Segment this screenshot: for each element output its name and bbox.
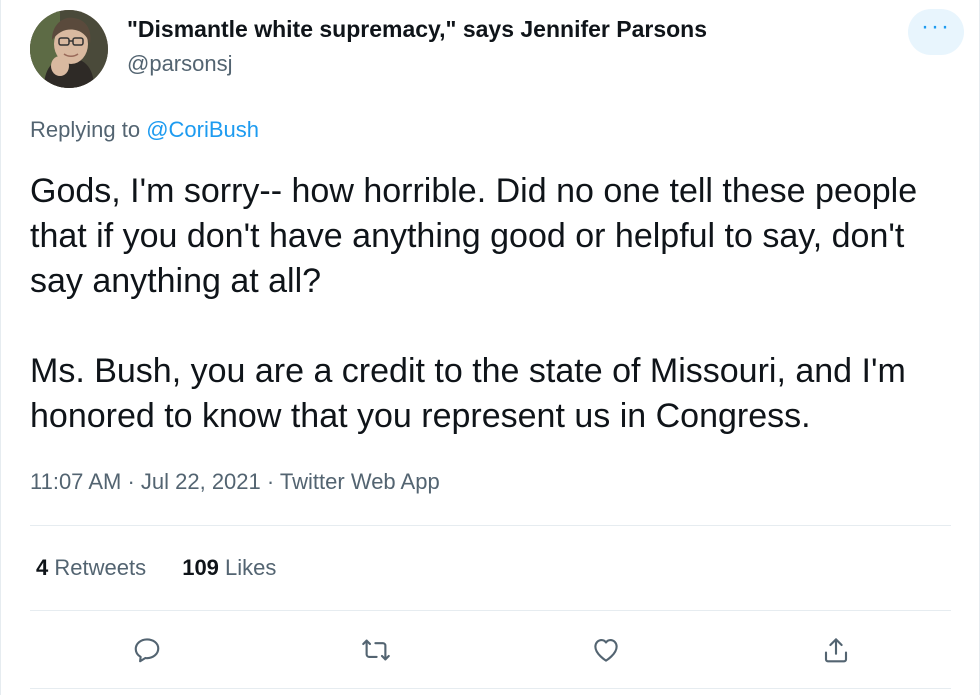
likes-label: Likes xyxy=(218,555,277,580)
more-button[interactable]: ··· xyxy=(908,9,964,55)
tweet-meta: 11:07 AM · Jul 22, 2021 · Twitter Web Ap… xyxy=(30,469,440,495)
reply-icon xyxy=(134,638,160,663)
retweet-icon xyxy=(362,639,390,661)
tweet-time[interactable]: 11:07 AM xyxy=(30,469,121,494)
retweets-stat[interactable]: 4 Retweets xyxy=(36,555,146,580)
tweet: "Dismantle white supremacy," says Jennif… xyxy=(0,0,980,695)
tweet-date[interactable]: Jul 22, 2021 xyxy=(141,469,261,494)
replying-prefix: Replying to xyxy=(30,117,147,142)
retweets-label: Retweets xyxy=(48,555,147,580)
tweet-source[interactable]: Twitter Web App xyxy=(280,469,440,494)
meta-separator: · xyxy=(260,469,280,494)
likes-count: 109 xyxy=(182,555,219,580)
display-name[interactable]: "Dismantle white supremacy," says Jennif… xyxy=(127,16,707,43)
profile-photo-icon xyxy=(30,10,108,88)
handle[interactable]: @parsonsj xyxy=(127,51,233,77)
divider xyxy=(30,688,951,689)
replying-to: Replying to @CoriBush xyxy=(30,117,259,143)
tweet-paragraph-1: Gods, I'm sorry-- how horrible. Did no o… xyxy=(30,172,918,300)
frame-edge-left xyxy=(0,0,1,695)
tweet-paragraph-2: Ms. Bush, you are a credit to the state … xyxy=(30,352,906,435)
more-horizontal-icon: ··· xyxy=(921,13,951,40)
share-icon xyxy=(824,638,848,663)
share-button[interactable] xyxy=(816,630,856,670)
reply-button[interactable] xyxy=(127,630,167,670)
tweet-text: Gods, I'm sorry-- how horrible. Did no o… xyxy=(30,169,965,439)
reply-mention-link[interactable]: @CoriBush xyxy=(146,117,259,142)
meta-separator: · xyxy=(121,469,141,494)
divider xyxy=(30,610,951,611)
like-button[interactable] xyxy=(586,630,626,670)
retweets-count: 4 xyxy=(36,555,49,580)
likes-stat[interactable]: 109 Likes xyxy=(182,555,276,580)
tweet-stats: 4 Retweets 109 Likes xyxy=(36,555,306,581)
divider xyxy=(30,525,951,526)
avatar[interactable] xyxy=(30,10,108,88)
heart-icon xyxy=(594,638,618,662)
action-bar xyxy=(0,630,980,672)
retweet-button[interactable] xyxy=(356,630,396,670)
